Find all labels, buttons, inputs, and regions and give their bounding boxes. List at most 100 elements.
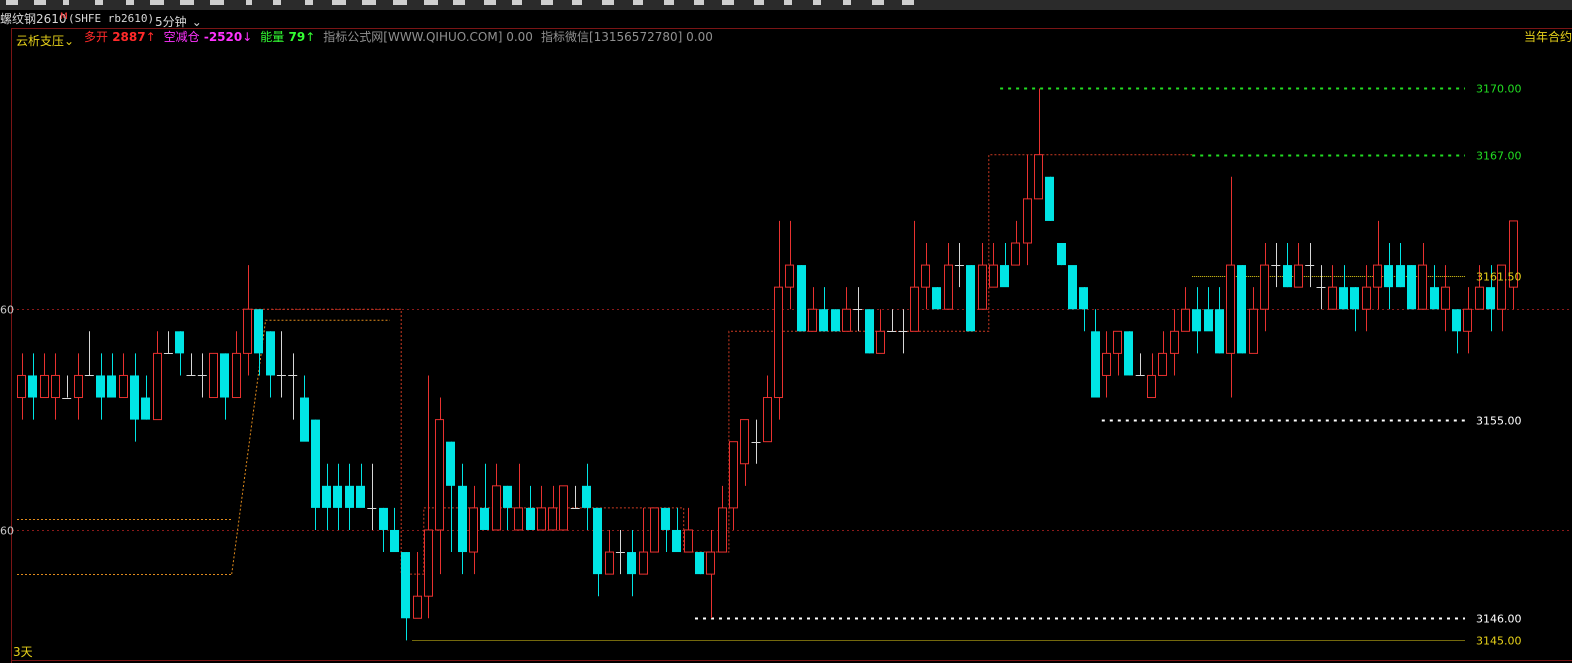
candle [1215, 287, 1224, 354]
indicator-item: 多开 2887↑ [84, 30, 156, 44]
candle-body [876, 330, 885, 354]
candle-body [559, 485, 568, 531]
candle [276, 331, 286, 398]
indicator-item-label: 空减仓 [163, 30, 200, 44]
candle [300, 375, 309, 442]
candle [763, 375, 772, 443]
candle-body [797, 265, 806, 332]
candle [1023, 154, 1032, 266]
candle-body [1170, 330, 1179, 354]
y-tick-label: 60 [0, 525, 14, 538]
candle [130, 353, 139, 442]
candle-body [1362, 286, 1371, 310]
candle-body [401, 552, 410, 619]
candle [1237, 265, 1246, 354]
candle-body [582, 485, 591, 508]
candle-body [1396, 265, 1405, 288]
candle-body [831, 309, 840, 332]
candle-body [921, 264, 930, 288]
indicator-item: 指标微信[13156572780] 0.00 [541, 30, 713, 44]
candle-body [593, 507, 602, 575]
candle-body [932, 287, 941, 310]
candle-body [74, 374, 83, 399]
candle-body [458, 485, 467, 553]
candle [1283, 243, 1292, 288]
candle [232, 331, 241, 399]
candle-body [842, 308, 851, 332]
indicator-selector[interactable]: 云析支压⌄ [16, 30, 74, 49]
candle-body [1350, 287, 1359, 310]
candle [379, 507, 388, 553]
indicator-item-value: 0.00 [502, 30, 533, 44]
chevron-down-icon: ⌄ [64, 34, 75, 48]
candle [593, 507, 602, 597]
candle [1158, 331, 1167, 376]
candle [163, 331, 173, 354]
arrow-down-icon: ↓ [242, 30, 253, 44]
candle [266, 331, 275, 398]
candle [1181, 287, 1190, 332]
candle [1249, 287, 1258, 354]
candle-body [684, 529, 693, 553]
candle [876, 309, 885, 354]
candle [413, 552, 422, 619]
indicator-item: 空减仓 -2520↓ [164, 30, 253, 44]
candle-body [1328, 286, 1337, 310]
candle [797, 265, 806, 332]
candle [1384, 243, 1393, 310]
indicator-item-label: 指标微信[13156572780] [540, 30, 683, 44]
candle-body [1486, 287, 1495, 310]
candle-body [480, 507, 489, 530]
candle-body [1407, 265, 1416, 310]
candle [51, 353, 60, 420]
candle [492, 463, 501, 531]
candle [808, 287, 817, 332]
candle [865, 309, 874, 354]
candle-body [1068, 265, 1077, 310]
candle-body [706, 551, 715, 575]
candle-body [40, 374, 49, 399]
candle [1102, 331, 1111, 398]
candle-body [989, 264, 998, 288]
candle [288, 353, 298, 420]
candle-body [1373, 264, 1382, 288]
candle-body [627, 552, 636, 575]
indicator-item-label: 指标公式网[WWW.QIHUO.COM] [323, 30, 503, 44]
candle-body [1023, 198, 1032, 244]
candle-body [1181, 308, 1190, 332]
candle-body [661, 507, 670, 530]
candle [1452, 309, 1461, 354]
candle [96, 353, 105, 420]
candle [729, 441, 738, 530]
candle-body [1113, 330, 1122, 354]
candle [944, 243, 953, 310]
candle-body [1091, 331, 1100, 398]
candle-body [548, 507, 557, 531]
candle [684, 507, 693, 553]
candle-body [1463, 308, 1472, 332]
candle-body [266, 331, 275, 376]
candle [1147, 353, 1156, 399]
candle [1124, 331, 1133, 376]
candle [40, 353, 49, 399]
candle [17, 353, 26, 420]
candle-body [978, 264, 987, 310]
candle-body [729, 441, 738, 509]
candle-body [1124, 331, 1133, 376]
candle [1396, 243, 1405, 288]
indicator-item-label: 能量 [260, 30, 285, 44]
candle-body [1034, 154, 1043, 200]
support-line [231, 319, 390, 575]
candle-body [311, 419, 320, 508]
candle-body [107, 375, 116, 398]
candle-body [435, 419, 444, 531]
candle [1057, 243, 1066, 266]
candle-body [153, 352, 162, 421]
candle [1328, 265, 1337, 310]
candle [910, 220, 919, 332]
candle [605, 529, 614, 575]
candle-body [1000, 265, 1009, 288]
candle [514, 463, 523, 531]
candle-body [966, 265, 975, 332]
candle [966, 265, 975, 332]
